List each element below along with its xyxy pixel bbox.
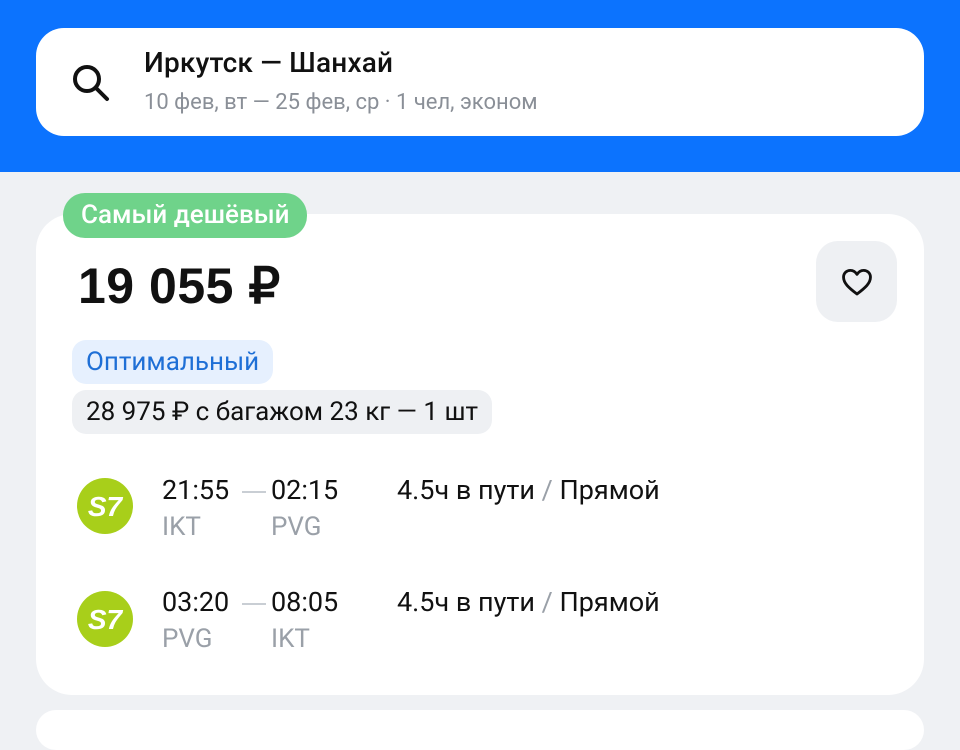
departure-airport: PVG <box>162 624 213 654</box>
duration-separator: / <box>541 586 553 618</box>
time-separator <box>242 603 266 605</box>
next-offer-card[interactable] <box>36 710 924 750</box>
flight-type: Прямой <box>559 474 660 506</box>
time-separator <box>242 491 266 493</box>
optimal-tag: Оптимальный <box>72 340 274 384</box>
duration-separator: / <box>541 474 553 506</box>
baggage-option[interactable]: 28 975 ₽ с багажом 23 кг — 1 шт <box>72 390 492 434</box>
svg-text:S7: S7 <box>88 491 124 522</box>
cheapest-badge: Самый дешёвый <box>63 193 308 238</box>
arrival-airport: IKT <box>271 624 310 654</box>
duration-text: 4.5ч в пути <box>397 586 535 618</box>
flight-type: Прямой <box>559 586 660 618</box>
arrival-time: 02:15 <box>271 474 339 506</box>
route-title[interactable]: Иркутск — Шанхай <box>144 46 393 79</box>
heart-icon <box>841 268 872 295</box>
svg-text:S7: S7 <box>88 604 124 635</box>
s7-airline-logo: S7 <box>77 591 133 647</box>
departure-time: 21:55 <box>162 474 230 506</box>
s7-logo-icon: S7 <box>88 491 124 522</box>
duration-text: 4.5ч в пути <box>397 474 535 506</box>
s7-logo-icon: S7 <box>88 604 124 635</box>
flight-duration: 4.5ч в пути / Прямой <box>397 474 660 506</box>
favorite-button[interactable] <box>816 241 897 322</box>
search-icon[interactable] <box>68 60 112 104</box>
s7-airline-logo: S7 <box>77 478 133 534</box>
route-details[interactable]: 10 фев, вт — 25 фев, ср · 1 чел, эконом <box>144 90 538 115</box>
departure-airport: IKT <box>162 512 201 542</box>
departure-time: 03:20 <box>162 586 230 618</box>
arrival-time: 08:05 <box>271 586 339 618</box>
flight-duration: 4.5ч в пути / Прямой <box>397 586 660 618</box>
search-bar[interactable] <box>36 28 924 136</box>
arrival-airport: PVG <box>271 512 322 542</box>
offer-price: 19 055 ₽ <box>78 258 281 314</box>
